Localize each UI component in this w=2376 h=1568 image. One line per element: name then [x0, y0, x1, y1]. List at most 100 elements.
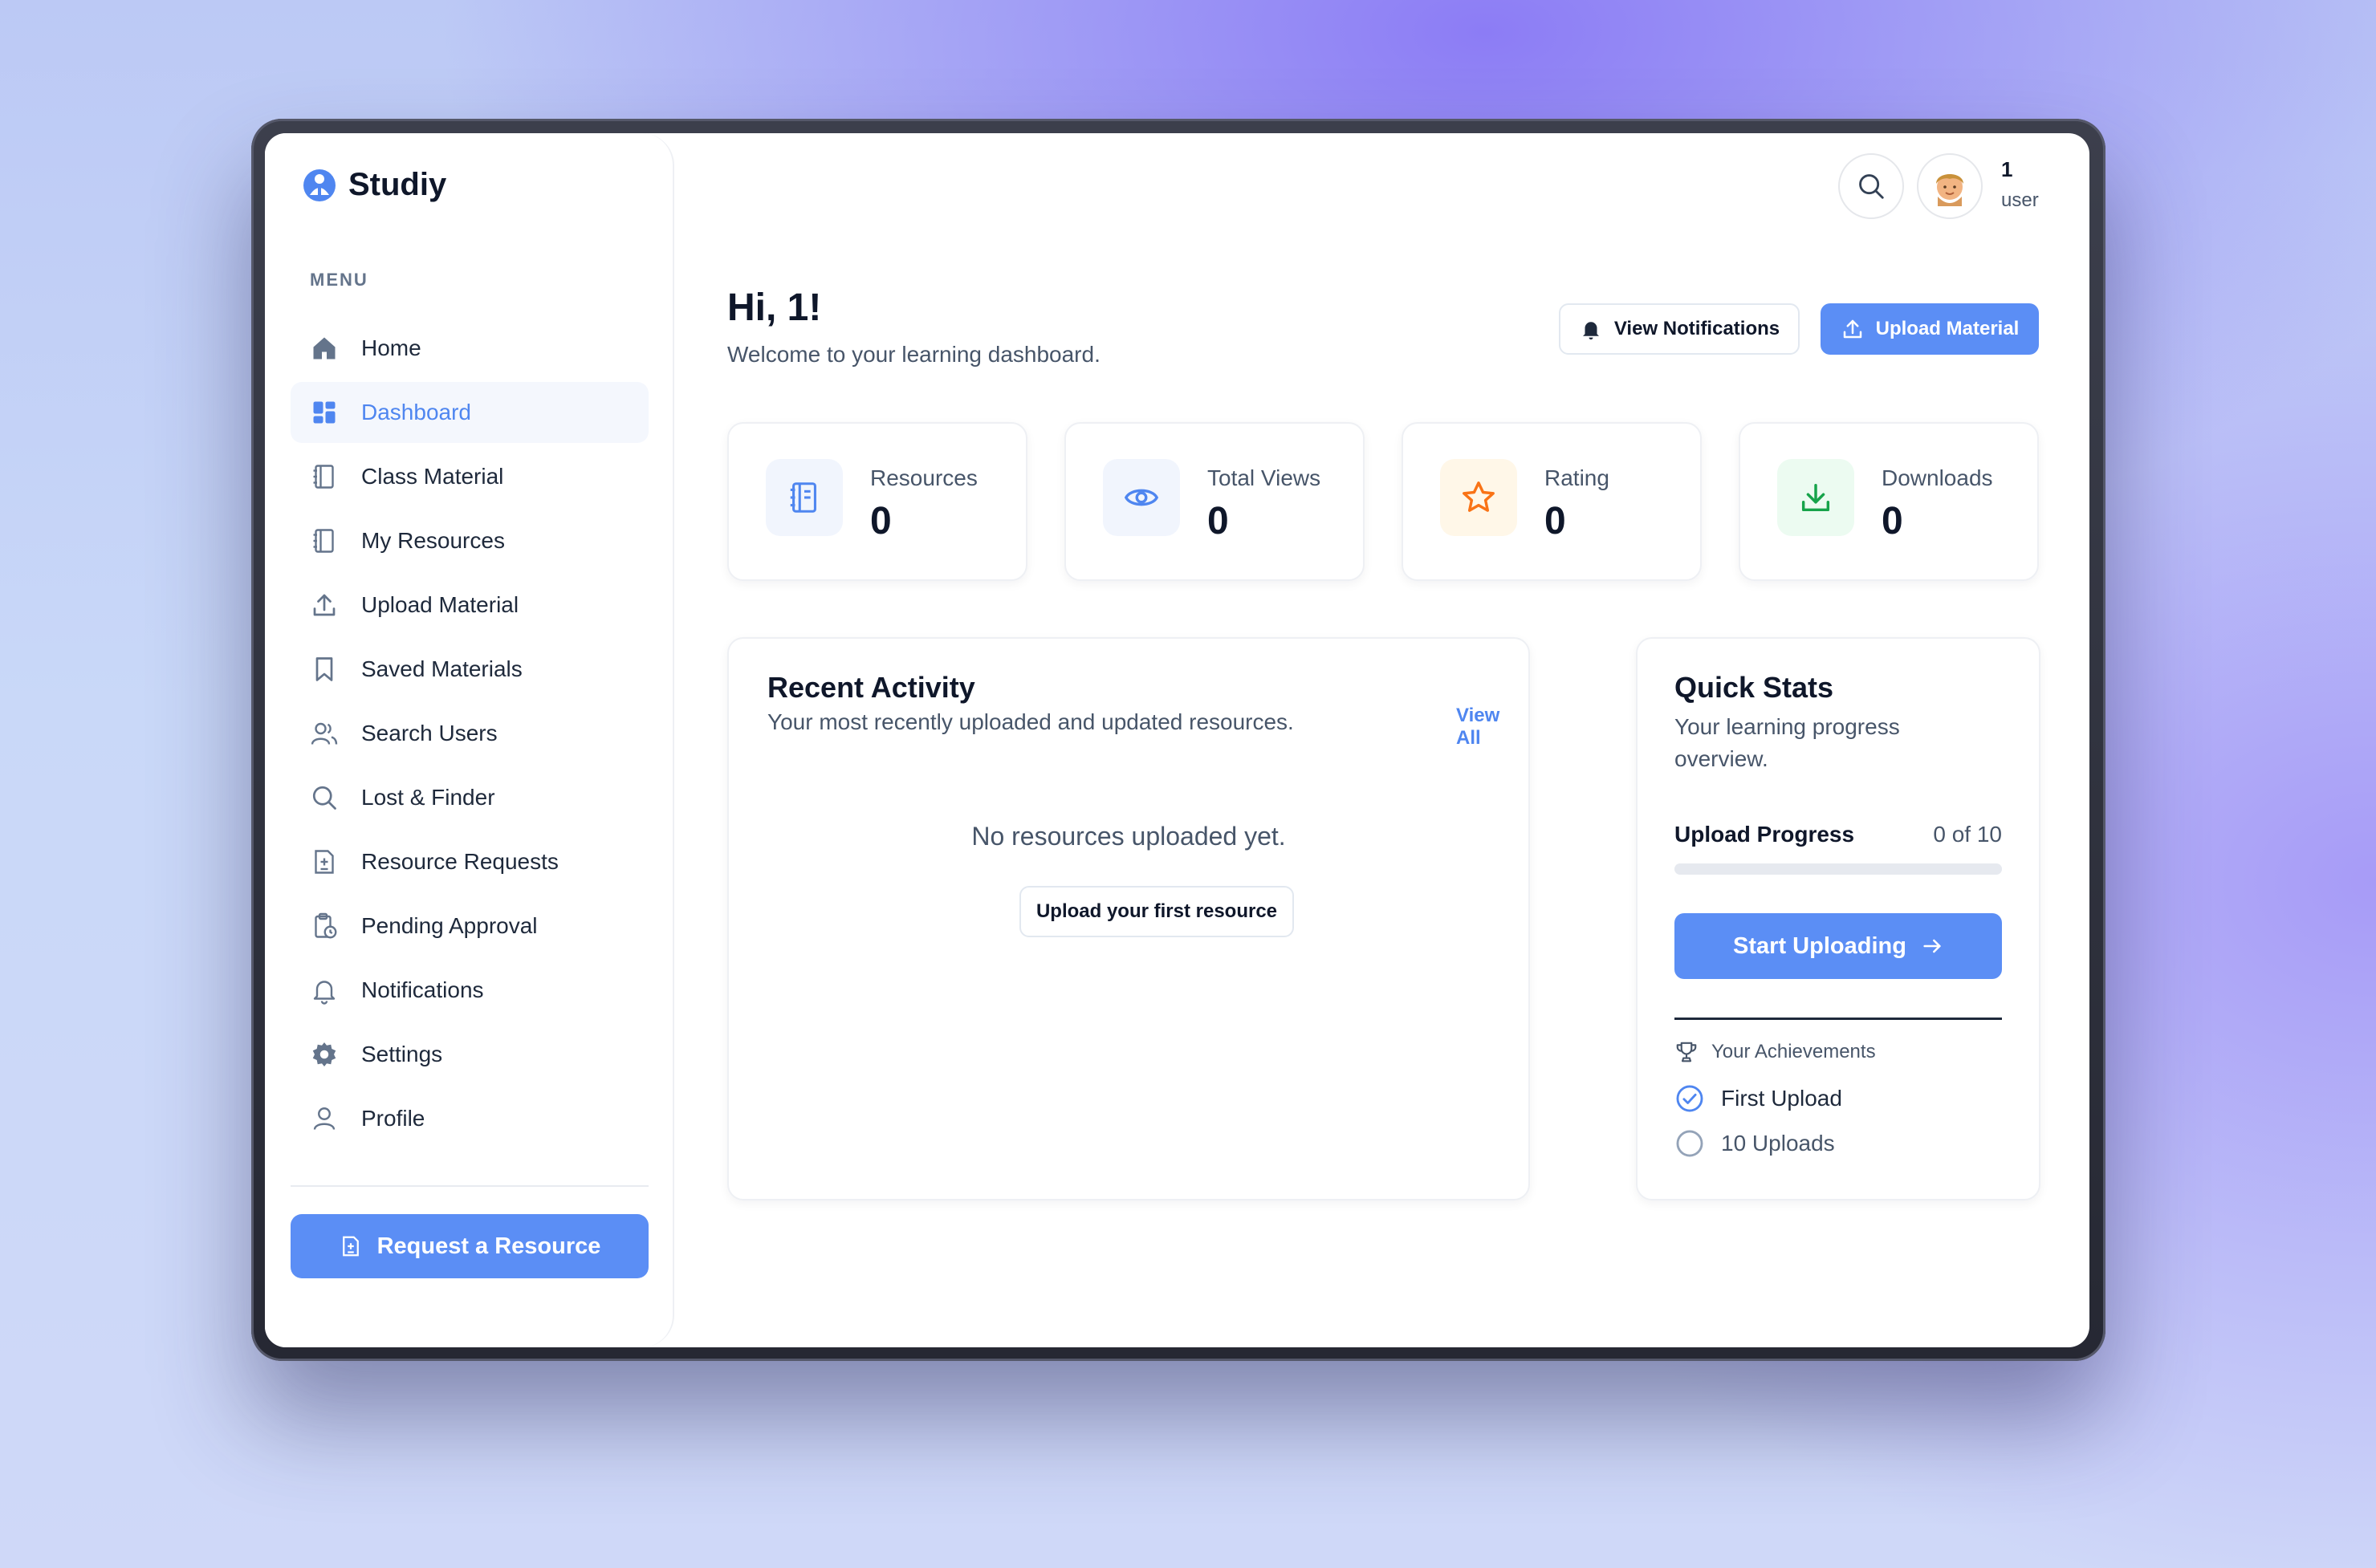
user-name: 1 [2001, 157, 2013, 181]
sidebar-item-label: Saved Materials [361, 656, 523, 681]
request-resource-label: Request a Resource [376, 1233, 601, 1259]
sidebar-item-label: Home [361, 335, 421, 360]
sidebar-item-label: Resource Requests [361, 849, 559, 874]
sidebar: Studiy MENU Home Dashboard Class Materia… [265, 133, 674, 1347]
view-notifications-label: View Notifications [1613, 318, 1780, 339]
file-plus-icon [342, 1236, 359, 1257]
app-name: Studiy [348, 167, 447, 202]
sidebar-item-dashboard[interactable]: Dashboard [291, 382, 649, 443]
achievement-10-uploads: 10 Uploads [1674, 1128, 1835, 1159]
sidebar-item-settings[interactable]: Settings [291, 1024, 649, 1085]
sidebar-item-home[interactable]: Home [291, 318, 649, 379]
sidebar-item-label: Pending Approval [361, 913, 538, 938]
quick-stats-divider [1674, 1018, 2002, 1020]
sidebar-item-label: Lost & Finder [361, 785, 495, 810]
sidebar-item-label: Upload Material [361, 592, 519, 617]
check-circle-icon [1676, 1085, 1703, 1112]
view-notifications-button[interactable]: View Notifications [1559, 303, 1800, 355]
file-plus-icon [308, 846, 340, 878]
quick-stats-card: Quick Stats Your learning progress overv… [1636, 637, 2040, 1200]
sidebar-item-label: Class Material [361, 464, 504, 489]
search-icon [308, 782, 340, 814]
eye-icon [1103, 459, 1180, 536]
recent-activity-card: Recent Activity Your most recently uploa… [727, 637, 1530, 1200]
sidebar-item-label: Search Users [361, 721, 498, 745]
sidebar-item-label: Profile [361, 1106, 425, 1131]
sidebar-item-profile[interactable]: Profile [291, 1088, 649, 1149]
upload-material-button[interactable]: Upload Material [1821, 303, 2039, 355]
sidebar-item-label: Notifications [361, 977, 484, 1002]
achievement-label: 10 Uploads [1721, 1131, 1835, 1156]
recent-activity-title: Recent Activity [767, 671, 975, 704]
sidebar-item-resource-requests[interactable]: Resource Requests [291, 831, 649, 892]
app-logo[interactable]: Studiy [302, 167, 446, 203]
sidebar-item-label: My Resources [361, 528, 505, 553]
sidebar-item-notifications[interactable]: Notifications [291, 960, 649, 1021]
stat-label: Downloads [1882, 465, 1993, 490]
upload-progress-label: Upload Progress [1674, 822, 1855, 847]
sidebar-divider [291, 1185, 649, 1187]
menu-label: MENU [310, 270, 368, 290]
sidebar-item-pending-approval[interactable]: Pending Approval [291, 896, 649, 957]
upload-material-label: Upload Material [1875, 318, 2020, 339]
achievements-title: Your Achievements [1711, 1041, 1876, 1062]
notebook-icon [766, 459, 843, 536]
stat-value: 0 [1207, 500, 1229, 542]
stat-card-downloads: Downloads 0 [1739, 422, 2039, 581]
stat-label: Total Views [1207, 465, 1321, 490]
empty-circle-icon [1676, 1130, 1703, 1157]
achievement-first-upload: First Upload [1674, 1083, 1842, 1114]
upload-first-resource-button[interactable]: Upload your first resource [1019, 886, 1294, 937]
view-all-link[interactable]: View All [1456, 705, 1528, 749]
start-uploading-button[interactable]: Start Uploading [1674, 913, 2002, 979]
quick-stats-title: Quick Stats [1674, 671, 1834, 704]
upload-progress-value: 0 of 10 [1933, 822, 2002, 847]
sidebar-item-class-material[interactable]: Class Material [291, 446, 649, 507]
arrow-right-icon [1923, 939, 1941, 953]
home-icon [308, 332, 340, 364]
stat-label: Resources [870, 465, 978, 490]
users-icon [308, 717, 340, 749]
sidebar-item-lost-finder[interactable]: Lost & Finder [291, 767, 649, 828]
upload-icon [1843, 319, 1861, 339]
stat-card-resources: Resources 0 [727, 422, 1027, 581]
avatar[interactable] [1917, 153, 1983, 219]
user-role: user [2001, 189, 2039, 211]
sidebar-item-my-resources[interactable]: My Resources [291, 510, 649, 571]
star-icon [1440, 459, 1517, 536]
achievements-header: Your Achievements [1674, 1040, 1876, 1064]
sidebar-item-label: Settings [361, 1042, 443, 1066]
stat-value: 0 [870, 500, 892, 542]
bell-icon [1582, 322, 1599, 340]
app-window: Studiy MENU Home Dashboard Class Materia… [265, 133, 2089, 1347]
notebook-icon [308, 461, 340, 493]
sidebar-item-search-users[interactable]: Search Users [291, 703, 649, 764]
upload-icon [308, 589, 340, 621]
request-resource-button[interactable]: Request a Resource [291, 1214, 649, 1278]
stat-value: 0 [1882, 500, 1903, 542]
bookmark-icon [308, 653, 340, 685]
sidebar-item-upload-material[interactable]: Upload Material [291, 575, 649, 636]
bell-icon [308, 974, 340, 1006]
clipboard-clock-icon [308, 910, 340, 942]
sidebar-nav: Home Dashboard Class Material My Resourc… [291, 318, 649, 1152]
search-button[interactable] [1838, 153, 1904, 219]
upload-progress-bar [1674, 863, 2002, 875]
stat-card-total-views: Total Views 0 [1064, 422, 1365, 581]
sidebar-item-saved-materials[interactable]: Saved Materials [291, 639, 649, 700]
stat-value: 0 [1544, 500, 1566, 542]
notebook-icon [308, 525, 340, 557]
recent-activity-subtitle: Your most recently uploaded and updated … [767, 709, 1294, 734]
user-icon [308, 1103, 340, 1135]
gear-icon [308, 1038, 340, 1070]
avatar-image [1936, 174, 1963, 206]
quick-stats-subtitle: Your learning progress overview. [1674, 714, 1900, 771]
trophy-icon [1676, 1042, 1697, 1062]
start-uploading-label: Start Uploading [1733, 932, 1906, 959]
achievement-label: First Upload [1721, 1086, 1842, 1111]
download-icon [1777, 459, 1854, 536]
search-icon [1859, 174, 1884, 199]
dashboard-icon [308, 396, 340, 429]
empty-state-text: No resources uploaded yet. [971, 822, 1286, 851]
page-subtitle: Welcome to your learning dashboard. [727, 342, 1101, 367]
